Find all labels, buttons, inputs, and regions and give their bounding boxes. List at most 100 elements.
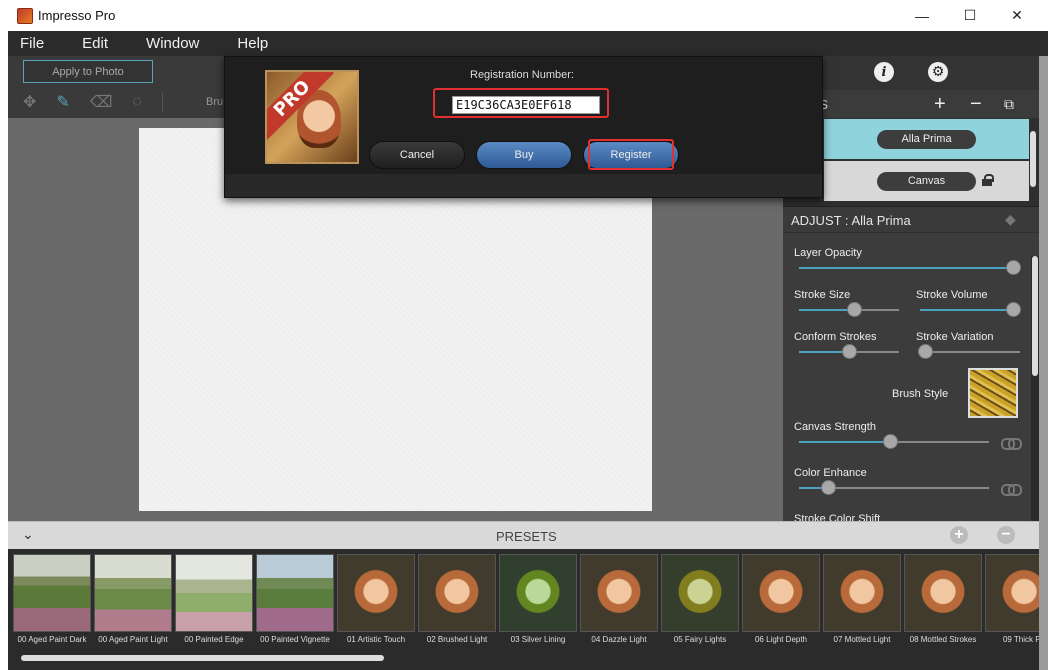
layer-row-canvas[interactable]: Canvas bbox=[824, 161, 1029, 201]
layers-scrollbar[interactable] bbox=[1030, 131, 1036, 187]
conform-strokes-slider[interactable] bbox=[842, 344, 857, 359]
canvas-strength-slider[interactable] bbox=[883, 434, 899, 449]
apply-to-photo-button[interactable]: Apply to Photo bbox=[23, 60, 153, 83]
duplicate-layer-icon[interactable]: ⧉ bbox=[1004, 96, 1014, 113]
link-icon[interactable] bbox=[1001, 484, 1022, 496]
presets-title: PRESETS bbox=[496, 529, 557, 544]
preset-thumbnail bbox=[337, 554, 415, 632]
register-highlight bbox=[588, 139, 674, 170]
layer-opacity-track[interactable] bbox=[799, 267, 1013, 269]
preset-item[interactable]: 00 Painted Vignette bbox=[256, 554, 334, 644]
lock-icon[interactable] bbox=[982, 174, 994, 186]
menu-window[interactable]: Window bbox=[134, 35, 199, 52]
preset-item[interactable]: 01 Artistic Touch bbox=[337, 554, 415, 644]
preset-name: 05 Fairy Lights bbox=[673, 635, 727, 644]
registration-highlight bbox=[433, 88, 609, 118]
color-enhance-slider[interactable] bbox=[820, 480, 836, 495]
info-icon[interactable]: i bbox=[874, 62, 894, 82]
cancel-button[interactable]: Cancel bbox=[369, 141, 465, 169]
layer-row-alla-prima[interactable]: Alla Prima bbox=[824, 119, 1029, 159]
presets-scrollbar[interactable] bbox=[21, 655, 384, 661]
eraser-tool-icon[interactable]: ⌫ bbox=[90, 92, 113, 112]
preset-item[interactable]: 00 Painted Edge bbox=[175, 554, 253, 644]
link-icon[interactable] bbox=[1001, 438, 1022, 450]
preset-thumbnail bbox=[985, 554, 1039, 632]
eraser-icon[interactable]: ◆ bbox=[1005, 211, 1016, 228]
preset-name: 07 Mottled Light bbox=[833, 635, 891, 644]
preset-item[interactable]: 09 Thick Pa bbox=[985, 554, 1039, 644]
buy-button[interactable]: Buy bbox=[476, 141, 572, 169]
canvas-strength-label: Canvas Strength bbox=[794, 421, 876, 433]
presets-strip: 00 Aged Paint Dark 00 Aged Paint Light 0… bbox=[8, 549, 1039, 670]
move-tool-icon[interactable]: ✥ bbox=[23, 92, 36, 112]
adjust-body: Layer Opacity Stroke Size Stroke Volume … bbox=[783, 233, 1048, 525]
preset-item[interactable]: 03 Silver Lining bbox=[499, 554, 577, 644]
maximize-button[interactable]: ☐ bbox=[947, 0, 993, 31]
dialog-body: PRO Registration Number: Cancel Buy Regi… bbox=[225, 57, 822, 174]
preset-item[interactable]: 06 Light Depth bbox=[742, 554, 820, 644]
brush-tool-icon[interactable]: ✎ bbox=[56, 92, 69, 112]
registration-number-input[interactable] bbox=[452, 96, 600, 114]
layer-name-canvas: Canvas bbox=[877, 171, 976, 191]
stroke-variation-track[interactable] bbox=[920, 351, 1020, 353]
remove-preset-button[interactable]: − bbox=[997, 526, 1015, 544]
stroke-size-label: Stroke Size bbox=[794, 289, 851, 301]
add-preset-button[interactable]: + bbox=[950, 526, 968, 544]
adjust-header: ADJUST : Alla Prima ◆ bbox=[783, 206, 1048, 232]
color-enhance-label: Color Enhance bbox=[794, 467, 867, 479]
menu-help[interactable]: Help bbox=[225, 35, 268, 52]
layer-opacity-label: Layer Opacity bbox=[794, 247, 862, 259]
preset-item[interactable]: 00 Aged Paint Dark bbox=[13, 554, 91, 644]
preset-name: 09 Thick Pa bbox=[1002, 635, 1039, 644]
minimize-button[interactable]: — bbox=[899, 0, 945, 31]
presets-header: ⌄ PRESETS + − bbox=[8, 521, 1039, 549]
settings-icon[interactable]: ⚙ bbox=[928, 62, 948, 82]
title-bar: Impresso Pro — ☐ ✕ bbox=[0, 0, 1048, 31]
stroke-variation-label: Stroke Variation bbox=[916, 331, 994, 343]
preset-name: 00 Aged Paint Light bbox=[98, 635, 168, 644]
preset-item[interactable]: 04 Dazzle Light bbox=[580, 554, 658, 644]
stroke-volume-track[interactable] bbox=[920, 309, 1013, 311]
tool-row: ✥ ✎ ⌫ ◌ bbox=[23, 92, 163, 112]
close-button[interactable]: ✕ bbox=[994, 0, 1040, 31]
preset-thumbnail bbox=[823, 554, 901, 632]
adjust-scrollbar-thumb[interactable] bbox=[1032, 256, 1038, 376]
brush-style-swatch[interactable] bbox=[968, 368, 1018, 418]
preset-item[interactable]: 00 Aged Paint Light bbox=[94, 554, 172, 644]
preset-name: 01 Artistic Touch bbox=[346, 635, 406, 644]
conform-strokes-label: Conform Strokes bbox=[794, 331, 877, 343]
stroke-size-slider[interactable] bbox=[847, 302, 862, 317]
layer-opacity-slider[interactable] bbox=[1006, 260, 1021, 275]
preset-name: 00 Painted Edge bbox=[184, 635, 244, 644]
adjust-scrollbar[interactable] bbox=[1031, 256, 1039, 521]
remove-layer-button[interactable]: − bbox=[970, 93, 982, 116]
app-icon bbox=[17, 7, 33, 24]
preset-name: 00 Aged Paint Dark bbox=[17, 635, 87, 644]
collapse-chevron-icon[interactable]: ⌄ bbox=[22, 526, 34, 543]
lasso-tool-icon[interactable]: ◌ bbox=[132, 93, 142, 111]
brush-style-label: Brush Style bbox=[892, 388, 949, 400]
preset-thumbnail bbox=[742, 554, 820, 632]
preset-item[interactable]: 08 Mottled Strokes bbox=[904, 554, 982, 644]
right-edge-strip bbox=[1039, 56, 1048, 670]
registration-dialog: PRO Registration Number: Cancel Buy Regi… bbox=[224, 56, 823, 198]
registration-number-label: Registration Number: bbox=[470, 69, 574, 81]
preset-thumbnail bbox=[661, 554, 739, 632]
preset-name: 02 Brushed Light bbox=[426, 635, 488, 644]
preset-thumbnail bbox=[418, 554, 496, 632]
preset-thumbnail bbox=[94, 554, 172, 632]
stroke-volume-label: Stroke Volume bbox=[916, 289, 988, 301]
tool-separator bbox=[161, 92, 163, 112]
stroke-variation-slider[interactable] bbox=[918, 344, 933, 359]
preset-item[interactable]: 02 Brushed Light bbox=[418, 554, 496, 644]
preset-item[interactable]: 07 Mottled Light bbox=[823, 554, 901, 644]
stroke-volume-slider[interactable] bbox=[1006, 302, 1021, 317]
menu-edit[interactable]: Edit bbox=[70, 35, 108, 52]
preset-name: 00 Painted Vignette bbox=[260, 635, 330, 644]
preset-name: 08 Mottled Strokes bbox=[909, 635, 977, 644]
preset-item[interactable]: 05 Fairy Lights bbox=[661, 554, 739, 644]
add-layer-button[interactable]: + bbox=[934, 93, 946, 116]
preset-name: 06 Light Depth bbox=[754, 635, 808, 644]
menu-file[interactable]: File bbox=[8, 35, 44, 52]
impresso-pro-logo: PRO bbox=[265, 70, 359, 164]
